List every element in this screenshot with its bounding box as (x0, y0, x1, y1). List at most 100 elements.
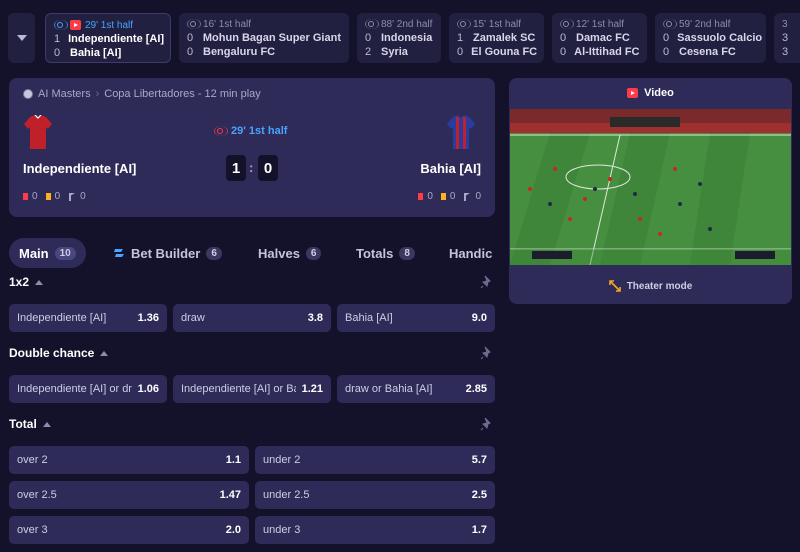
match-card[interactable]: 88' 2nd half 0 Indonesia 2 Syria (357, 13, 441, 63)
home-team: Sassuolo Calcio (677, 32, 763, 44)
video-icon (627, 88, 639, 98)
odds-value: 1.1 (225, 454, 241, 466)
odds-button[interactable]: under 2.5 2.5 (255, 481, 495, 509)
odds-value: 2.5 (471, 489, 487, 501)
home-score: 0 (560, 32, 567, 44)
caret-up-icon (100, 350, 109, 356)
away-score: 0 (560, 46, 567, 58)
video-title: Video (644, 87, 674, 99)
market-title: Double chance (9, 346, 95, 360)
odds-button[interactable]: draw 3.8 (173, 304, 331, 332)
odds-button[interactable]: over 2 1.1 (9, 446, 249, 474)
strip-toggle-button[interactable] (8, 13, 35, 63)
home-team: Independiente [AI] (68, 33, 165, 45)
caret-up-icon (42, 421, 51, 427)
market-header[interactable]: 1x2 (9, 275, 44, 289)
match-status: 3 (782, 18, 788, 30)
home-shirt-icon (24, 115, 52, 149)
odds-label: under 2 (263, 454, 301, 466)
match-card[interactable]: 12' 1st half 0 Damac FC 0 Al-Ittihad FC (552, 13, 647, 63)
market-header[interactable]: Total (9, 417, 51, 431)
tab-main[interactable]: Main 10 (9, 238, 86, 268)
odds-button[interactable]: under 2 5.7 (255, 446, 495, 474)
tab-count: 6 (206, 246, 222, 260)
odds-button[interactable]: over 2.5 1.47 (9, 481, 249, 509)
tab-count: 10 (54, 246, 76, 260)
odds-label: under 3 (263, 524, 301, 536)
away-team: Cesena FC (679, 46, 736, 58)
pin-icon[interactable] (480, 417, 494, 431)
odds-label: Bahia [AI] (345, 312, 393, 324)
odds-button[interactable]: under 3 1.7 (255, 516, 495, 544)
odds-button[interactable]: Independiente [AI] 1.36 (9, 304, 167, 332)
odds-button[interactable]: over 3 2.0 (9, 516, 249, 544)
pin-icon[interactable] (480, 275, 494, 289)
live-icon (54, 20, 68, 30)
away-score: 0 (54, 47, 61, 59)
tab-halves[interactable]: Halves 6 (248, 238, 331, 268)
odds-button[interactable]: Independiente [AI] or draw 1.06 (9, 375, 167, 403)
match-status: 29' 1st half (214, 125, 287, 137)
theater-mode-label: Theater mode (626, 280, 693, 292)
match-card[interactable]: 16' 1st half 0 Mohun Bagan Super Giant 0B… (179, 13, 349, 63)
tab-bet-builder[interactable]: Bet Builder 6 (103, 238, 232, 268)
home-team: Mohun Bagan Super Giant (202, 32, 341, 44)
competition-name: Copa Libertadores - 12 min play (104, 88, 261, 100)
away-score: 3 (782, 46, 789, 58)
live-icon (187, 19, 201, 29)
match-status: 12' 1st half (576, 18, 625, 30)
odds-label: Independiente [AI] or draw (17, 383, 132, 395)
match-card[interactable]: 59' 2nd half 0 Sassuolo Calcio 0 Cesena FC (655, 13, 766, 63)
pin-icon[interactable] (480, 346, 494, 360)
odds-button[interactable]: Bahia [AI] 9.0 (337, 304, 495, 332)
odds-value: 5.7 (471, 454, 487, 466)
market-title: 1x2 (9, 275, 30, 289)
odds-label: draw (181, 312, 205, 324)
odds-value: 3.8 (307, 312, 323, 324)
match-card[interactable]: 3 3 3 (774, 13, 800, 63)
match-card[interactable]: 15' 1st half 1 Zamalek SC 0 El Gouna FC (449, 13, 544, 63)
tab-count: 8 (399, 246, 415, 260)
tab-label: Bet Builder (131, 245, 201, 261)
match-status: 15' 1st half (473, 18, 522, 30)
home-score: 0 (365, 32, 372, 44)
match-scoreboard: AI Masters › Copa Libertadores - 12 min … (9, 78, 495, 217)
theater-mode-button[interactable]: Theater mode (509, 274, 792, 298)
live-icon (214, 126, 228, 136)
odds-label: draw or Bahia [AI] (345, 383, 433, 395)
odds-button[interactable]: draw or Bahia [AI] 2.85 (337, 375, 495, 403)
odds-value: 1.7 (471, 524, 487, 536)
video-player[interactable] (510, 109, 791, 265)
yellow-card-icon (440, 193, 446, 200)
red-card-icon (23, 193, 28, 200)
corner-flag-icon (68, 192, 76, 201)
home-team: Indonesia (381, 32, 433, 44)
tab-handicap[interactable]: Handic (439, 238, 495, 268)
away-team: El Gouna FC (471, 46, 538, 58)
match-card[interactable]: 29' 1st half 1 Independiente [AI] 0 Bahia … (45, 13, 171, 63)
tab-count: 6 (305, 246, 322, 260)
odds-button[interactable]: Independiente [AI] or Bahia [AI] 1.21 (173, 375, 331, 403)
football-icon (23, 89, 33, 99)
tab-totals[interactable]: Totals 8 (346, 238, 425, 268)
home-score: 1 (54, 33, 61, 45)
score-separator: : (249, 160, 254, 175)
home-stats: 0 0 0 (23, 191, 86, 202)
market-header[interactable]: Double chance (9, 346, 109, 360)
away-score: 0 (457, 46, 464, 58)
odds-value: 9.0 (471, 312, 487, 324)
odds-label: Independiente [AI] or Bahia [AI] (181, 383, 296, 395)
away-score: 2 (365, 46, 372, 58)
match-status: 59' 2nd half (679, 18, 731, 30)
home-score: 0 (663, 32, 670, 44)
odds-label: under 2.5 (263, 489, 310, 501)
live-matches-strip: 29' 1st half 1 Independiente [AI] 0 Bahia … (0, 0, 800, 72)
breadcrumb: AI Masters › Copa Libertadores - 12 min … (23, 88, 261, 100)
league-name: AI Masters (38, 88, 91, 100)
home-score-box: 1 (226, 155, 246, 181)
away-score: 0 (187, 46, 194, 58)
odds-label: over 3 (17, 524, 48, 536)
home-red-cards: 0 (32, 191, 38, 202)
away-team-name: Bahia [AI] (420, 161, 481, 176)
live-icon (663, 19, 677, 29)
